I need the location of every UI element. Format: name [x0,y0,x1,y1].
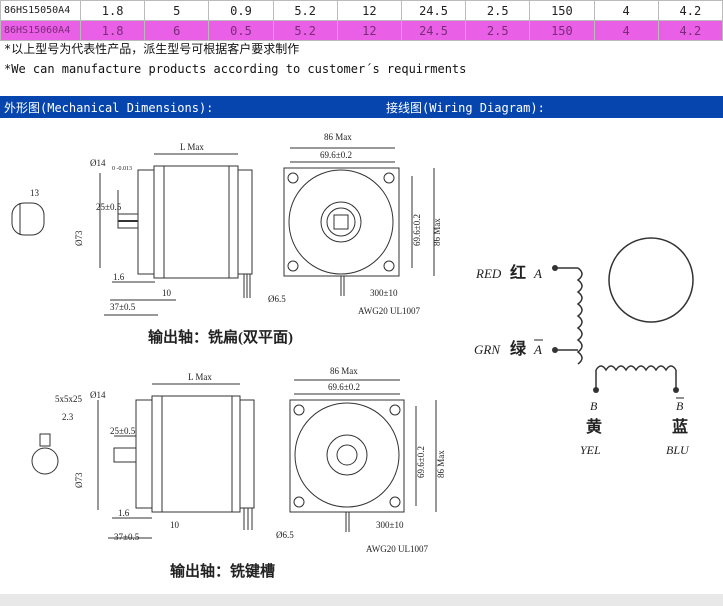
wire-grn-cn: 绿 [510,339,527,358]
label-hole: Ø6.5 [268,294,286,304]
bottom-side-view [31,383,255,539]
wire-blu-label: BLU [666,443,690,457]
label-69-6-vert: 69.6±0.2 [412,214,422,246]
spec-cell: 0.5 [208,20,274,41]
wiring-diagram [555,237,694,390]
label-d14-tol: 0 -0.013 [112,166,132,172]
label-25: 25±0.5 [96,202,122,212]
bottom-strip [0,594,723,606]
caption-top: 输出轴：铣扁(双平面) [148,328,293,346]
drawing-canvas: L Max Ø14 0 -0.013 Ø73 13 25±0.5 1.6 10 … [11,132,694,580]
label-69-6-vert-bottom: 69.6±0.2 [416,446,426,478]
spec-cell: 12 [336,20,402,41]
label-10-bottom: 10 [170,520,180,530]
label-2-3: 2.3 [62,412,74,422]
label-d14: Ø14 [90,158,106,168]
top-side-view [11,153,253,316]
spec-cell: 150 [529,0,595,21]
label-86-max: 86 Max [324,132,352,142]
note-english: *We can manufacture products according t… [4,62,467,76]
model-cell: 86HS15050A4 [0,0,81,21]
label-l-max: L Max [180,142,204,152]
label-86-max-vert-bottom: 86 Max [436,450,446,478]
note-chinese: *以上型号为代表性产品，派生型号可根据客户要求制作 [4,42,300,56]
caption-bottom: 输出轴：铣键槽 [170,562,275,580]
label-37-bottom: 37±0.5 [114,532,140,542]
spec-cell: 150 [529,20,595,41]
spec-cell: 6 [144,20,210,41]
wire-b: B [590,399,598,413]
label-86-max-vert: 86 Max [432,218,442,246]
wire-red-cn: 红 [510,263,526,282]
terminal-dot [673,387,679,393]
label-1-6: 1.6 [113,272,125,282]
spec-cell: 5.2 [272,0,338,21]
spec-cell: 4 [593,20,659,41]
spec-cell: 0.9 [208,0,274,21]
wire-blu-cn: 蓝 [672,417,688,436]
mechanical-dimensions-title: 外形图(Mechanical Dimensions): [4,101,214,115]
label-key: 5x5x25 [55,394,83,404]
wiring-diagram-title: 接线图(Wiring Diagram): [386,101,545,115]
label-10: 10 [162,288,172,298]
spec-cell: 24.5 [400,0,467,21]
section-banner: 外形图(Mechanical Dimensions): 接线图(Wiring D… [0,96,723,118]
spec-table: 86HS15050A4 1.8 5 0.9 5.2 12 24.5 2.5 150 4 4.2 86… [0,0,723,41]
label-69-6: 69.6±0.2 [320,150,352,160]
wire-grn-label: GRN [474,342,501,357]
spec-cell: 2.5 [465,20,531,41]
model-cell: 86HS15060A4 [0,20,81,41]
label-awg: AWG20 UL1007 [358,306,421,316]
wire-yel-cn: 黄 [586,417,602,436]
wire-b-bar: B [676,399,684,413]
label-1-6-bottom: 1.6 [118,508,130,518]
bottom-front-view [289,379,437,532]
terminal-dot [593,387,599,393]
spec-cell: 5.2 [272,20,338,41]
table-row: 86HS15050A4 1.8 5 0.9 5.2 12 24.5 2.5 150 4 4.2 [0,0,723,21]
spec-cell: 12 [336,0,402,21]
label-300-bottom: 300±10 [376,520,404,530]
label-69-6-bottom: 69.6±0.2 [328,382,360,392]
label-25-bottom: 25±0.5 [110,426,136,436]
spec-cell: 4.2 [657,20,723,41]
spec-cell: 4 [593,0,659,21]
label-l-max-bottom: L Max [188,372,212,382]
spec-cell: 1.8 [79,20,146,41]
label-hole-bottom: Ø6.5 [276,530,294,540]
wire-a-bar: A [533,342,542,357]
label-86-max-bottom: 86 Max [330,366,358,376]
spec-cell: 5 [144,0,210,21]
spec-cell: 2.5 [465,0,531,21]
label-awg-bottom: AWG20 UL1007 [366,544,429,554]
label-d14-bottom: Ø14 [90,390,106,400]
label-300: 300±10 [370,288,398,298]
spec-cell: 24.5 [400,20,467,41]
spec-cell: 4.2 [657,0,723,21]
terminal-dot [552,347,558,353]
terminal-dot [552,265,558,271]
wire-a: A [533,266,542,281]
wire-yel-label: YEL [580,443,601,457]
label-d73: Ø73 [74,230,84,246]
label-13-top: 13 [30,188,40,198]
table-row: 86HS15060A4 1.8 6 0.5 5.2 12 24.5 2.5 150 4 4.2 [0,20,723,41]
wire-red-label: RED [475,266,502,281]
label-d73-bottom: Ø73 [74,472,84,488]
label-37: 37±0.5 [110,302,136,312]
spec-cell: 1.8 [79,0,146,21]
